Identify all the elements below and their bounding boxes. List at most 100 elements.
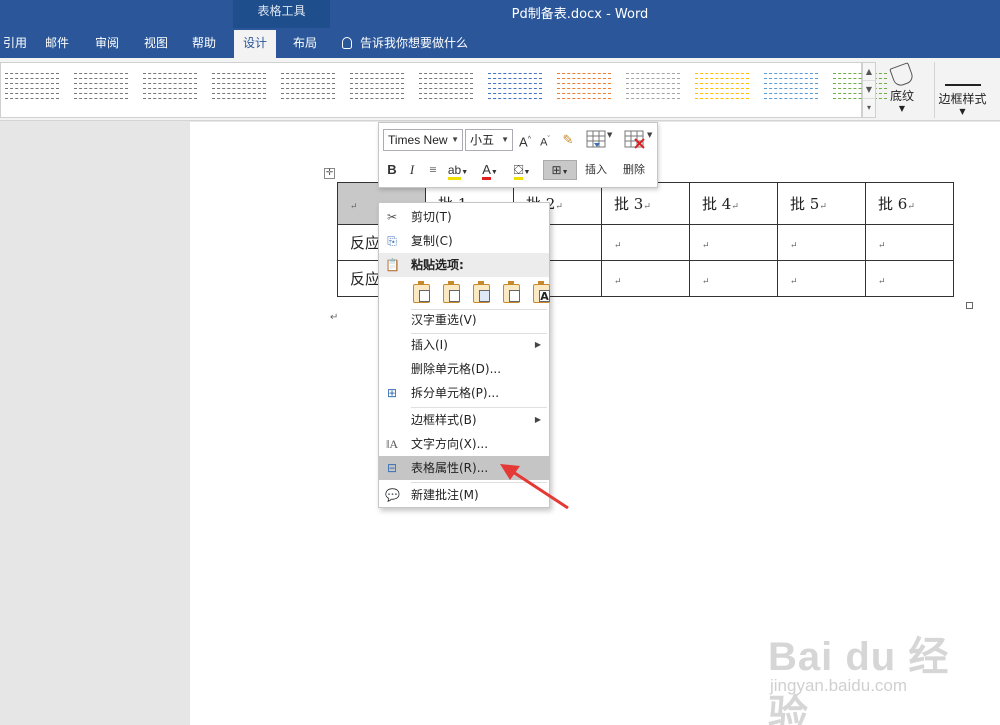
table-style-thumbnail[interactable] — [557, 73, 611, 111]
table-cell[interactable]: ↵ — [777, 224, 866, 261]
tab-layout[interactable]: 布局 — [284, 30, 326, 58]
tab-view[interactable]: 视图 — [135, 30, 177, 58]
table-cell[interactable]: 批 3↵ — [601, 182, 690, 225]
font-size-select[interactable]: 小五 ▼ — [465, 129, 513, 151]
shading-label: 底纹 — [889, 89, 914, 103]
gallery-scroll[interactable]: ▲ ▼ ▾ — [862, 62, 876, 118]
grow-font-icon[interactable]: A^ — [517, 129, 533, 151]
chevron-down-icon: ▼ — [898, 104, 906, 113]
menu-item-text-direction[interactable]: ‖A 文字方向(X)... — [379, 432, 549, 456]
table-properties-icon: ⊟ — [386, 461, 398, 475]
table-style-thumbnail[interactable] — [5, 73, 59, 111]
paste-insert-rows-icon[interactable] — [501, 281, 523, 305]
menu-item-delete-cells[interactable]: 删除单元格(D)... — [379, 357, 549, 381]
tab-mailings[interactable]: 邮件 — [36, 30, 78, 58]
menu-item-reconvert[interactable]: 汉字重选(V) — [379, 308, 549, 332]
paste-nest-table-icon[interactable] — [441, 281, 463, 305]
table-cell[interactable]: ↵ — [865, 260, 954, 297]
table-cell[interactable]: ↵ — [689, 260, 778, 297]
table-style-thumbnail[interactable] — [488, 73, 542, 111]
menu-label: 边框样式(B) — [411, 413, 477, 427]
chevron-down-icon: ▼ — [451, 135, 459, 144]
paragraph-mark: ↵ — [878, 240, 886, 251]
italic-button[interactable]: I — [405, 159, 419, 181]
table-style-thumbnail[interactable] — [764, 73, 818, 111]
table-style-thumbnail[interactable] — [143, 73, 197, 111]
shrink-font-icon[interactable]: Aˇ — [537, 129, 553, 151]
menu-header-paste-options: 📋 粘贴选项: — [379, 253, 549, 277]
table-cell[interactable]: ↵ — [865, 224, 954, 261]
tab-help[interactable]: 帮助 — [183, 30, 225, 58]
border-styles-label: 边框样式 — [938, 92, 987, 106]
table-resize-handle[interactable] — [966, 302, 973, 309]
table-cell[interactable]: ↵ — [777, 260, 866, 297]
menu-item-cut[interactable]: ✂ 剪切(T) — [379, 205, 549, 229]
table-cell[interactable]: 批 6↵ — [865, 182, 954, 225]
table-cell[interactable]: ↵ — [601, 260, 690, 297]
font-name-select[interactable]: Times New ▼ — [383, 129, 463, 151]
paragraph-mark: ↵ — [907, 202, 915, 212]
menu-item-split-cells[interactable]: ⊞ 拆分单元格(P)... — [379, 381, 549, 405]
menu-item-border-styles[interactable]: 边框样式(B) ▶ — [379, 408, 549, 432]
table-styles-gallery[interactable] — [0, 62, 887, 118]
title-bar: 表格工具 Pd制备表.docx - Word — [0, 0, 1000, 30]
highlight-color-button[interactable]: ab▼ — [445, 159, 471, 181]
table-style-thumbnail[interactable] — [350, 73, 404, 111]
borders-icon: ⊞ — [551, 163, 562, 177]
table-cell[interactable]: ↵ — [601, 224, 690, 261]
menu-label: 粘贴选项: — [411, 258, 464, 272]
gallery-up-icon[interactable]: ▲ — [863, 63, 875, 81]
cell-text: 批 4 — [702, 195, 732, 213]
menu-item-copy[interactable]: ⎘ 复制(C) — [379, 229, 549, 253]
table-move-handle-icon[interactable]: ✛ — [324, 168, 335, 179]
table-style-thumbnail[interactable] — [74, 73, 128, 111]
menu-label: 文字方向(X)... — [411, 437, 489, 451]
table-cell[interactable]: ↵ — [689, 224, 778, 261]
chevron-down-icon: ▼ — [501, 135, 509, 144]
paragraph-mark: ↵ — [330, 312, 339, 323]
font-color-button[interactable]: A▼ — [477, 159, 503, 181]
tab-design[interactable]: 设计 — [234, 30, 277, 58]
paint-bucket-icon: ⛋ — [513, 162, 524, 180]
paragraph-mark: ↵ — [614, 240, 622, 251]
submenu-arrow-icon: ▶ — [534, 340, 541, 349]
menu-label: 插入(I) — [411, 338, 448, 352]
gallery-down-icon[interactable]: ▼ — [863, 81, 875, 99]
menu-label: 拆分单元格(P)... — [411, 386, 500, 400]
shading-button[interactable]: 底纹 ▼ — [882, 62, 922, 118]
tab-references[interactable]: 引用 — [0, 30, 36, 58]
table-cell[interactable]: 批 5↵ — [777, 182, 866, 225]
table-style-thumbnail[interactable] — [419, 73, 473, 111]
tell-me-box[interactable]: 告诉我你想要做什么 — [342, 30, 468, 58]
lightbulb-icon — [342, 37, 352, 49]
bold-button[interactable]: B — [385, 159, 399, 181]
table-style-thumbnail[interactable] — [833, 73, 887, 111]
table-style-thumbnail[interactable] — [212, 73, 266, 111]
table-style-thumbnail[interactable] — [626, 73, 680, 111]
gallery-more-icon[interactable]: ▾ — [863, 99, 875, 117]
font-color-icon: A — [482, 162, 491, 180]
shading-color-button[interactable]: ⛋▼ — [509, 159, 535, 181]
menu-item-insert[interactable]: 插入(I) ▶ — [379, 333, 549, 357]
border-styles-button[interactable]: 边框样式 ▼ — [934, 62, 990, 118]
delete-table-icon[interactable]: ▼ — [623, 127, 653, 153]
menu-label: 新建批注(M) — [411, 488, 479, 502]
paragraph-mark: ↵ — [702, 276, 710, 287]
paste-merge-table-icon[interactable] — [471, 281, 493, 305]
chevron-down-icon: ▼ — [959, 107, 966, 116]
ribbon: ▲ ▼ ▾ 底纹 ▼ 边框样式 ▼ — [0, 58, 1000, 121]
insert-table-icon[interactable]: ▼ — [585, 127, 613, 153]
paste-text-only-icon[interactable]: A — [531, 281, 553, 305]
align-center-icon[interactable]: ≡ — [425, 159, 441, 181]
table-cell[interactable]: 批 4↵ — [689, 182, 778, 225]
format-painter-icon[interactable]: ✎ — [559, 129, 577, 151]
paste-keep-source-icon[interactable] — [411, 281, 433, 305]
mini-toolbar: Times New ▼ 小五 ▼ A^ Aˇ ✎ ▼ ▼ B I ≡ ab▼ A▼ … — [378, 122, 658, 188]
tab-review[interactable]: 审阅 — [86, 30, 128, 58]
table-style-thumbnail[interactable] — [695, 73, 749, 111]
borders-button[interactable]: ⊞▼ — [543, 160, 577, 180]
cell-text: 批 3 — [614, 195, 644, 213]
table-style-thumbnail[interactable] — [281, 73, 335, 111]
scissors-icon: ✂ — [386, 210, 398, 224]
menu-label: 汉字重选(V) — [411, 313, 477, 327]
